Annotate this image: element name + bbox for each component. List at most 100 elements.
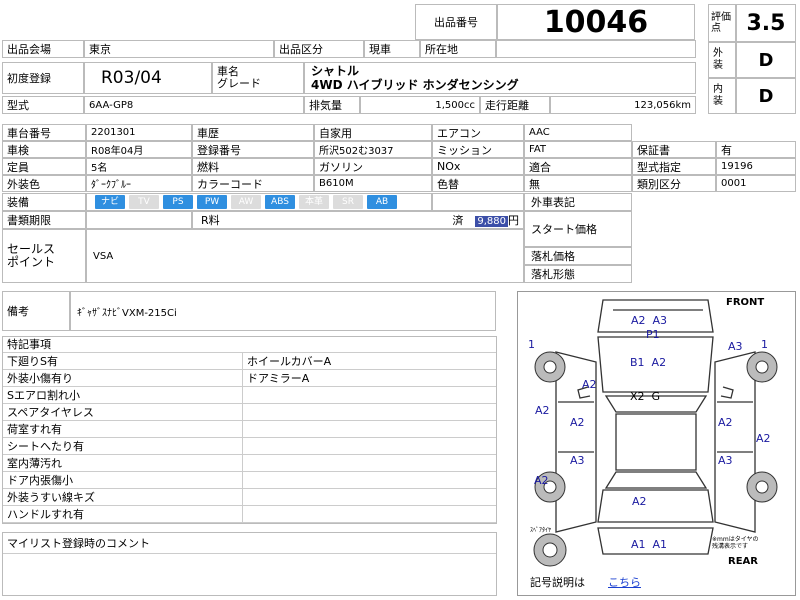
colorcode-value: B610M: [314, 175, 432, 192]
note-left: 荷室すれ有: [3, 421, 243, 437]
spare-label: ｽﾍﾟｱﾀｲﾔ: [530, 527, 552, 534]
interior-value: D: [736, 78, 796, 114]
note-left: スペアタイヤレス: [3, 404, 243, 420]
chassis-label: 車台番号: [2, 124, 86, 141]
recycle-status: 済: [452, 214, 464, 227]
mark-rear-bumper: A1 A1: [631, 538, 668, 551]
regno-label: 登録番号: [192, 141, 314, 158]
mark-right-door-rear: A3: [718, 454, 733, 467]
ac-value: AAC: [524, 124, 632, 141]
notes-header: 特記事項: [3, 337, 496, 353]
regno-value: 所沢502む3037: [314, 141, 432, 158]
recycle-amount: 9,880: [475, 216, 508, 227]
tire-note: ※mmはタイヤの 残溝表示です: [712, 536, 759, 550]
legend-link[interactable]: こちら: [608, 574, 641, 590]
note-left: Sエアロ割れ小: [3, 387, 243, 403]
notes-row: 外装小傷有り ドアミラーA: [3, 370, 496, 387]
sales-label: セールス ポイント: [2, 229, 86, 283]
notes-rows: 下廻りS有 ホイールカバーA 外装小傷有り ドアミラーA Sエアロ割れ小 スペアタイヤレス…: [3, 353, 496, 523]
color-value: ﾀﾞｰｸﾌﾞﾙｰ: [86, 175, 192, 192]
classification-label: 類別区分: [632, 175, 716, 192]
recycle-unit: 円: [508, 214, 519, 227]
mark-front-top: A2 A3: [631, 314, 668, 327]
chassis-value: 2201301: [86, 124, 192, 141]
recycle-amount-group: 済 9,880 円: [452, 212, 519, 228]
history-value: 自家用: [314, 124, 432, 141]
sales-value: VSA: [86, 229, 524, 283]
equipment-label: 装備: [2, 193, 86, 211]
notes-row: ハンドルすれ有: [3, 506, 496, 523]
note-left: 外装小傷有り: [3, 370, 243, 386]
displacement-label: 排気量: [304, 96, 360, 114]
model-label: 型式: [2, 96, 84, 114]
recycle-label: R料: [201, 214, 220, 227]
inspection-label: 車検: [2, 141, 86, 158]
mark-fr-wheel: A3: [728, 340, 743, 353]
note-right: [243, 489, 247, 505]
front-label: FRONT: [726, 297, 765, 308]
category-value: 現車: [364, 40, 420, 58]
inspection-value: R08年04月: [86, 141, 192, 158]
equipment-badge: PS: [163, 195, 193, 209]
note-left: シートへたり有: [3, 438, 243, 454]
notes-row: 下廻りS有 ホイールカバーA: [3, 353, 496, 370]
notes-panel: 特記事項 下廻りS有 ホイールカバーA 外装小傷有り ドアミラーA Sエアロ割れ小 スペア…: [2, 336, 497, 524]
damage-diagram: FRONT REAR ｽﾍﾟｱﾀｲﾔ ※mmはタイヤの 残溝表示です A2 A3…: [517, 291, 796, 596]
first-reg-value: R03/04: [84, 62, 212, 94]
mark-fr-num: 1: [761, 338, 768, 351]
typecert-value: 19196: [716, 158, 796, 175]
colorchange-label: 色替: [432, 175, 524, 192]
model-value: 6AA-GP8: [84, 96, 304, 114]
remarks-value: ｷﾞｬｻﾞｽﾅﾋﾞVXM-215Ci: [70, 291, 496, 331]
equipment-badge: 本革: [299, 195, 329, 209]
mark-fl-wheel: 1: [528, 338, 535, 351]
mileage-label: 走行距離: [480, 96, 550, 114]
warranty-value: 有: [716, 141, 796, 158]
mission-value: FAT: [524, 141, 632, 158]
winning-price-label: 落札価格: [524, 247, 632, 265]
nox-label: NOx: [432, 158, 524, 175]
note-left: 室内薄汚れ: [3, 455, 243, 471]
fuel-label: 燃料: [192, 158, 314, 175]
docs-label: 書類期限: [2, 211, 86, 229]
note-right: [243, 455, 247, 471]
equipment-badges: ナビ TV PS PW AW ABS 本革 SR AB: [86, 193, 432, 211]
equipment-badge: SR: [333, 195, 363, 209]
mark-left-door-front: A2: [570, 416, 585, 429]
exterior-label: 外装: [708, 42, 736, 78]
location-label: 所在地: [420, 40, 496, 58]
note-left: ハンドルすれ有: [3, 506, 243, 522]
ac-label: エアコン: [432, 124, 524, 141]
note-right: [243, 421, 247, 437]
mission-label: ミッション: [432, 141, 524, 158]
notes-row: Sエアロ割れ小: [3, 387, 496, 404]
recycle-cell: R料 済 9,880 円: [192, 211, 524, 229]
capacity-value: 5名: [86, 158, 192, 175]
lot-label: 出品番号: [415, 4, 497, 40]
note-left: ドア内張傷小: [3, 472, 243, 488]
legend-text: 記号説明は: [530, 576, 585, 589]
exterior-value: D: [736, 42, 796, 78]
capacity-label: 定員: [2, 158, 86, 175]
start-price-label: スタート価格: [524, 211, 632, 247]
docs-value: [86, 211, 192, 229]
mark-right-side: A2: [756, 432, 771, 445]
remarks-label: 備考: [2, 291, 70, 331]
mark-left-fender: A2: [582, 378, 597, 391]
fuel-value: ガソリン: [314, 158, 432, 175]
warranty-label: 保証書: [632, 141, 716, 158]
colorcode-label: カラーコード: [192, 175, 314, 192]
nox-value: 適合: [524, 158, 632, 175]
equipment-badge: PW: [197, 195, 227, 209]
exterior-note-label: 外車表記: [524, 193, 632, 211]
comment-panel: マイリスト登録時のコメント: [2, 532, 497, 596]
equipment-badge: AW: [231, 195, 261, 209]
notes-row: 荷室すれ有: [3, 421, 496, 438]
score-value: 3.5: [736, 4, 796, 42]
note-right: ドアミラーA: [247, 372, 310, 385]
note-left: 外装うすい線キズ: [3, 489, 243, 505]
note-right: [243, 404, 247, 420]
venue-label: 出品会場: [2, 40, 84, 58]
equipment-badge: TV: [129, 195, 159, 209]
equipment-badge: AB: [367, 195, 397, 209]
